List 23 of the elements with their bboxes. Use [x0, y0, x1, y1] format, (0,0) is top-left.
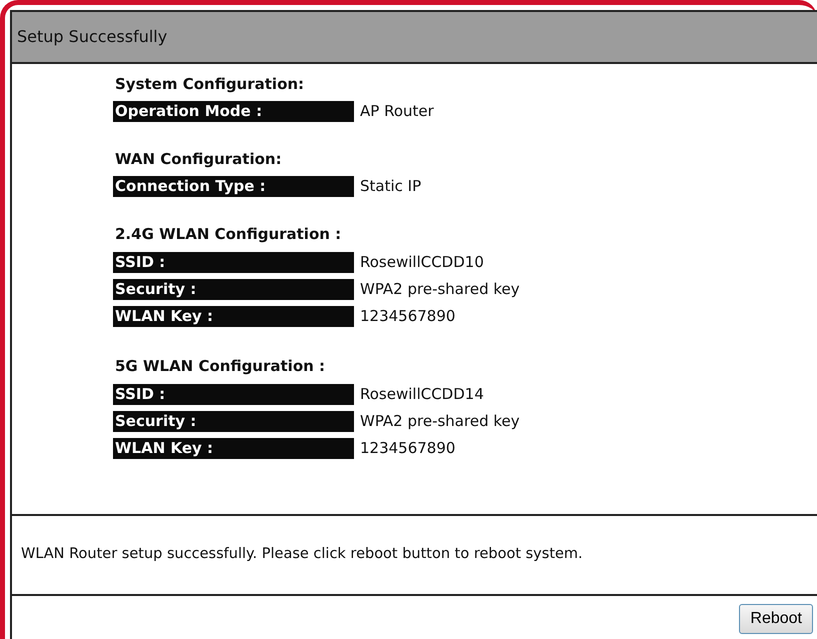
field-label: Security :: [113, 279, 354, 300]
section-heading: 5G WLAN Configuration :: [115, 356, 326, 376]
field-value: 1234567890: [360, 306, 456, 328]
field-value: AP Router: [360, 100, 434, 122]
field-value: 1234567890: [360, 438, 456, 460]
field-label: SSID :: [113, 252, 354, 273]
field-value: WPA2 pre-shared key: [360, 279, 520, 300]
field-label: SSID :: [113, 384, 354, 405]
status-message: WLAN Router setup successfully. Please click reboot button to reboot system.: [21, 545, 583, 564]
field-value: RosewillCCDD10: [360, 252, 484, 274]
field-value: RosewillCCDD14: [360, 384, 484, 406]
section-heading: WAN Configuration:: [115, 149, 283, 169]
field-label: WLAN Key :: [113, 438, 354, 459]
section-heading: 2.4G WLAN Configuration :: [115, 224, 342, 244]
field-value: WPA2 pre-shared key: [360, 411, 520, 432]
panel-title: Setup Successfully: [17, 26, 168, 48]
field-label: Operation Mode :: [113, 100, 354, 122]
field-label: Security :: [113, 411, 354, 432]
field-label: Connection Type :: [113, 176, 354, 196]
field-label: WLAN Key :: [113, 306, 354, 327]
section-heading: System Configuration:: [115, 74, 306, 94]
reboot-button[interactable]: Reboot: [739, 604, 813, 634]
field-value: Static IP: [360, 176, 422, 197]
